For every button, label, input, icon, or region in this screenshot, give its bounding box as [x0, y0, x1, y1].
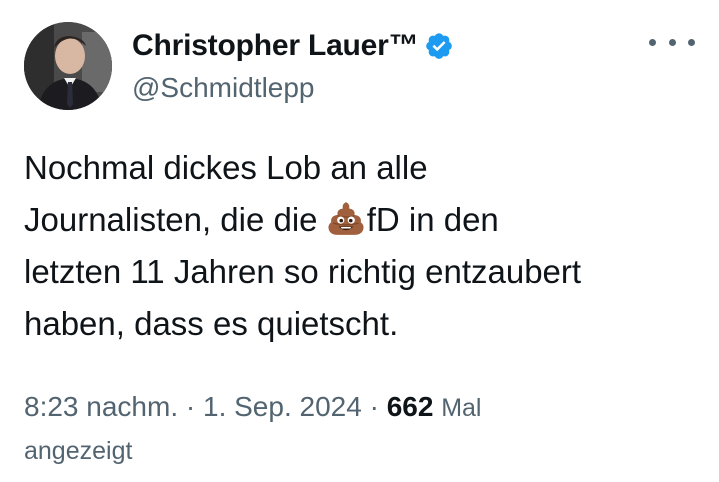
author-name-row: Christopher Lauer™ [132, 26, 454, 66]
meta-separator: · [178, 391, 203, 422]
tweet-meta: 8:23 nachm. · 1. Sep. 2024 · 662 Mal ang… [24, 386, 694, 472]
views-label: angezeigt [24, 437, 133, 465]
author-name[interactable]: Christopher Lauer™ [132, 29, 419, 63]
tweet-text: Nochmal dickes Lob an alle Journalisten,… [24, 142, 694, 350]
views-label: Mal [441, 394, 482, 422]
tweet-text-line: fD in den [366, 201, 499, 238]
tweet-time[interactable]: 8:23 nachm. [24, 391, 178, 422]
verified-badge-icon[interactable] [424, 31, 454, 61]
author-handle[interactable]: @Schmidtlepp [132, 72, 315, 104]
avatar-photo [24, 22, 112, 110]
avatar[interactable] [24, 22, 112, 110]
tweet-text-line: letzten 11 Jahren so richtig entzaubert [24, 253, 582, 290]
more-horizontal-icon[interactable] [649, 30, 695, 54]
tweet-text-line: Nochmal dickes Lob an alle [24, 149, 428, 186]
meta-separator: · [361, 391, 387, 422]
views-count[interactable]: 662 [387, 391, 434, 422]
tweet-text-line: Journalisten, die die [24, 201, 327, 238]
tweet-text-line: haben, dass es quietscht. [24, 305, 399, 342]
tweet-date[interactable]: 1. Sep. 2024 [203, 391, 362, 422]
more-dot [649, 38, 656, 46]
pile-of-poo-emoji [328, 202, 364, 235]
more-dot [688, 38, 695, 46]
more-dot [668, 38, 676, 46]
